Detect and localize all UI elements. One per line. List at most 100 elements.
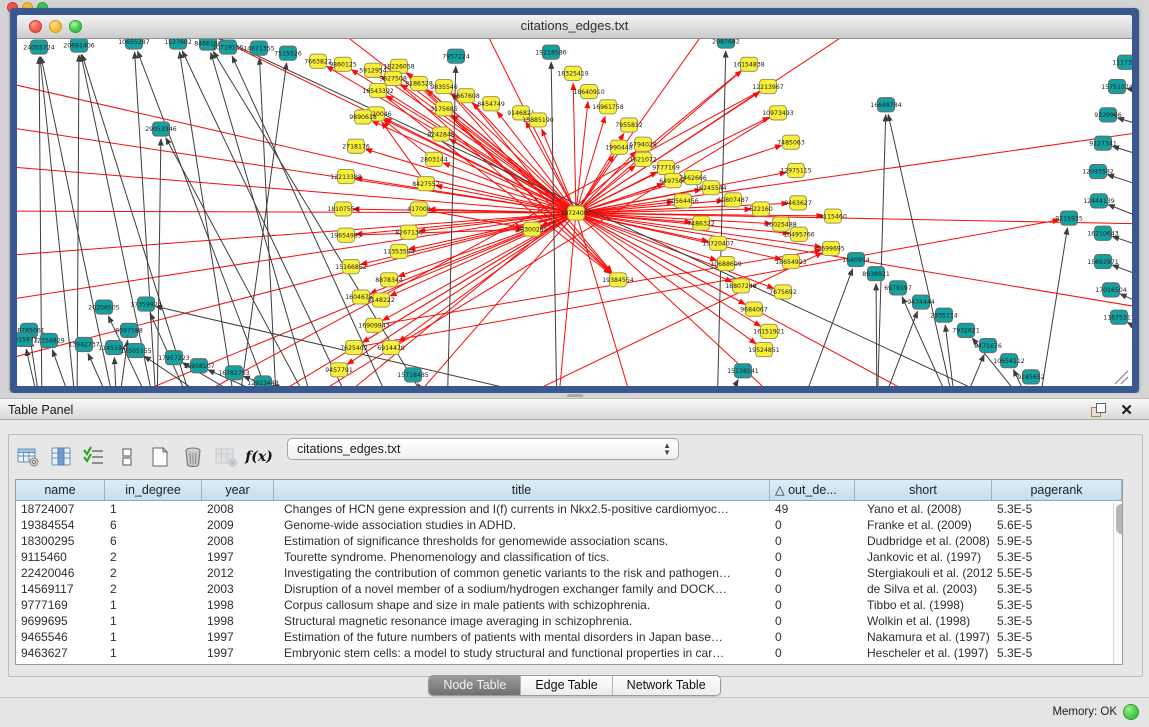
graph-node[interactable]: 12975115 — [780, 163, 812, 177]
table-cell[interactable]: Estimation of the future numbers of pati… — [274, 629, 770, 645]
table-cell[interactable]: 2 — [105, 549, 202, 565]
graph-node[interactable]: 6979197 — [884, 281, 912, 295]
table-cell[interactable]: 1997 — [202, 645, 274, 661]
graph-node[interactable]: 9860125 — [329, 57, 357, 71]
splitter-grip[interactable] — [567, 394, 583, 397]
table-cell[interactable]: 1 — [105, 501, 202, 517]
table-cell[interactable]: Genome-wide association studies in ADHD. — [274, 517, 770, 533]
table-cell[interactable]: 5.6E-5 — [992, 517, 1122, 533]
graph-node[interactable]: 12213967 — [752, 79, 784, 93]
scrollbar-thumb[interactable] — [1116, 504, 1123, 534]
table-dropdown[interactable]: citations_edges.txt ▲▼ — [287, 438, 679, 460]
table-cell[interactable]: 1 — [105, 629, 202, 645]
graph-node[interactable]: 15138141 — [727, 364, 759, 378]
graph-node[interactable]: 19384554 — [602, 273, 634, 287]
network-graph[interactable]: 2405572420691406106552871527602846616010… — [17, 39, 1132, 386]
table-row[interactable]: 911546021997Tourette syndrome. Phenomeno… — [16, 549, 1122, 565]
graph-node[interactable]: 18325419 — [557, 66, 589, 80]
graph-node[interactable]: 10655287 — [118, 39, 150, 49]
graph-node[interactable]: 7932621 — [952, 323, 980, 337]
graph-node[interactable]: 622160 — [749, 202, 773, 216]
table-cell[interactable]: Nakamura et al. (1997) — [855, 629, 992, 645]
table-cell[interactable]: 2 — [105, 581, 202, 597]
table-cell[interactable]: 9699695 — [16, 613, 105, 629]
table-cell[interactable]: Corpus callosum shape and size in male p… — [274, 597, 770, 613]
table-cell[interactable]: 5.5E-5 — [992, 565, 1122, 581]
table-row[interactable]: 1830029562008Estimation of significance … — [16, 533, 1122, 549]
graph-node[interactable]: 7625402 — [340, 340, 368, 354]
network-window-titlebar[interactable]: citations_edges.txt — [17, 15, 1132, 39]
table-cell[interactable]: 0 — [770, 549, 855, 565]
tab-network-table[interactable]: Network Table — [613, 676, 720, 695]
table-cell[interactable]: 2008 — [202, 533, 274, 549]
table-cell[interactable]: 0 — [770, 565, 855, 581]
graph-node[interactable]: 7515526 — [274, 46, 302, 60]
remove-column-icon[interactable] — [213, 445, 239, 469]
graph-node[interactable]: 15692971 — [1087, 254, 1119, 268]
table-cell[interactable]: Estimation of significance thresholds fo… — [274, 533, 770, 549]
resize-grip-icon[interactable] — [1115, 371, 1128, 384]
table-cell[interactable]: 1 — [105, 597, 202, 613]
table-cell[interactable]: 5.3E-5 — [992, 645, 1122, 661]
graph-node[interactable]: 8878344 — [375, 273, 403, 287]
table-cell[interactable]: Hescheler et al. (1997) — [855, 645, 992, 661]
table-row[interactable]: 969969511998Structural magnetic resonanc… — [16, 613, 1122, 629]
graph-node[interactable]: 15718485 — [397, 368, 429, 382]
table-cell[interactable]: 5.3E-5 — [992, 613, 1122, 629]
graph-node[interactable]: 9835546 — [430, 79, 458, 93]
table-cell[interactable]: 22420046 — [16, 565, 105, 581]
graph-node[interactable]: 20691406 — [63, 39, 95, 52]
column-header-in_degree[interactable]: in_degree — [105, 480, 202, 500]
graph-node[interactable]: 18107554 — [327, 202, 359, 216]
table-cell[interactable]: 2 — [105, 565, 202, 581]
graph-node[interactable]: 8454749 — [477, 97, 505, 111]
graph-node[interactable]: 11353594 — [383, 244, 415, 258]
column-header-title[interactable]: title — [274, 480, 770, 500]
table-cell[interactable]: 2012 — [202, 565, 274, 581]
table-cell[interactable]: Tibbo et al. (1998) — [855, 597, 992, 613]
column-chooser-icon[interactable] — [48, 445, 74, 469]
column-header-year[interactable]: year — [202, 480, 274, 500]
graph-node[interactable]: 19524851 — [748, 342, 780, 356]
table-cell[interactable]: 5.3E-5 — [992, 597, 1122, 613]
table-cell[interactable]: 2008 — [202, 501, 274, 517]
graph-node[interactable]: 16648784 — [870, 98, 902, 112]
graph-node[interactable]: 16154838 — [733, 57, 765, 71]
graph-node[interactable]: 15166852 — [335, 260, 367, 274]
graph-node[interactable]: 417008 — [407, 202, 431, 216]
new-table-icon[interactable] — [147, 445, 173, 469]
graph-node[interactable]: 7957224 — [442, 49, 470, 63]
table-cell[interactable]: 5.3E-5 — [992, 501, 1122, 517]
table-cell[interactable]: 1997 — [202, 549, 274, 565]
function-icon[interactable]: f(x) — [246, 445, 272, 469]
table-cell[interactable]: Structural magnetic resonance image aver… — [274, 613, 770, 629]
graph-node[interactable]: 12923448 — [247, 376, 279, 386]
table-cell[interactable]: 0 — [770, 517, 855, 533]
table-cell[interactable]: 0 — [770, 597, 855, 613]
table-cell[interactable]: 0 — [770, 629, 855, 645]
graph-node[interactable]: 10654112 — [993, 354, 1025, 368]
table-cell[interactable]: 5.9E-5 — [992, 533, 1122, 549]
table-cell[interactable]: Disruption of a novel member of a sodium… — [274, 581, 770, 597]
graph-node[interactable]: 16782753 — [218, 366, 250, 380]
graph-node[interactable]: 1527602 — [164, 39, 192, 49]
table-cell[interactable]: 5.3E-5 — [992, 629, 1122, 645]
table-cell[interactable]: 6 — [105, 533, 202, 549]
delete-table-icon[interactable] — [180, 445, 206, 469]
table-row[interactable]: 946362711997Embryonic stem cells: a mode… — [16, 645, 1122, 661]
table-cell[interactable]: 14569117 — [16, 581, 105, 597]
graph-node[interactable]: 9115460 — [819, 209, 847, 223]
tab-edge-table[interactable]: Edge Table — [521, 676, 612, 695]
table-cell[interactable]: Jankovic et al. (1997) — [855, 549, 992, 565]
table-cell[interactable]: 9465546 — [16, 629, 105, 645]
graph-node[interactable]: 8186328 — [405, 76, 433, 90]
table-cell[interactable]: 2009 — [202, 517, 274, 533]
table-row[interactable]: 977716911998Corpus callosum shape and si… — [16, 597, 1122, 613]
column-header-pagerank[interactable]: pagerank — [992, 480, 1122, 500]
graph-node[interactable]: 19218586 — [535, 45, 567, 59]
table-row[interactable]: 1872400712008Changes of HCN gene express… — [16, 501, 1122, 517]
table-cell[interactable]: 1998 — [202, 597, 274, 613]
column-header-short[interactable]: short — [855, 480, 992, 500]
table-row[interactable]: 1456911722003Disruption of a novel membe… — [16, 581, 1122, 597]
table-cell[interactable]: Franke et al. (2009) — [855, 517, 992, 533]
